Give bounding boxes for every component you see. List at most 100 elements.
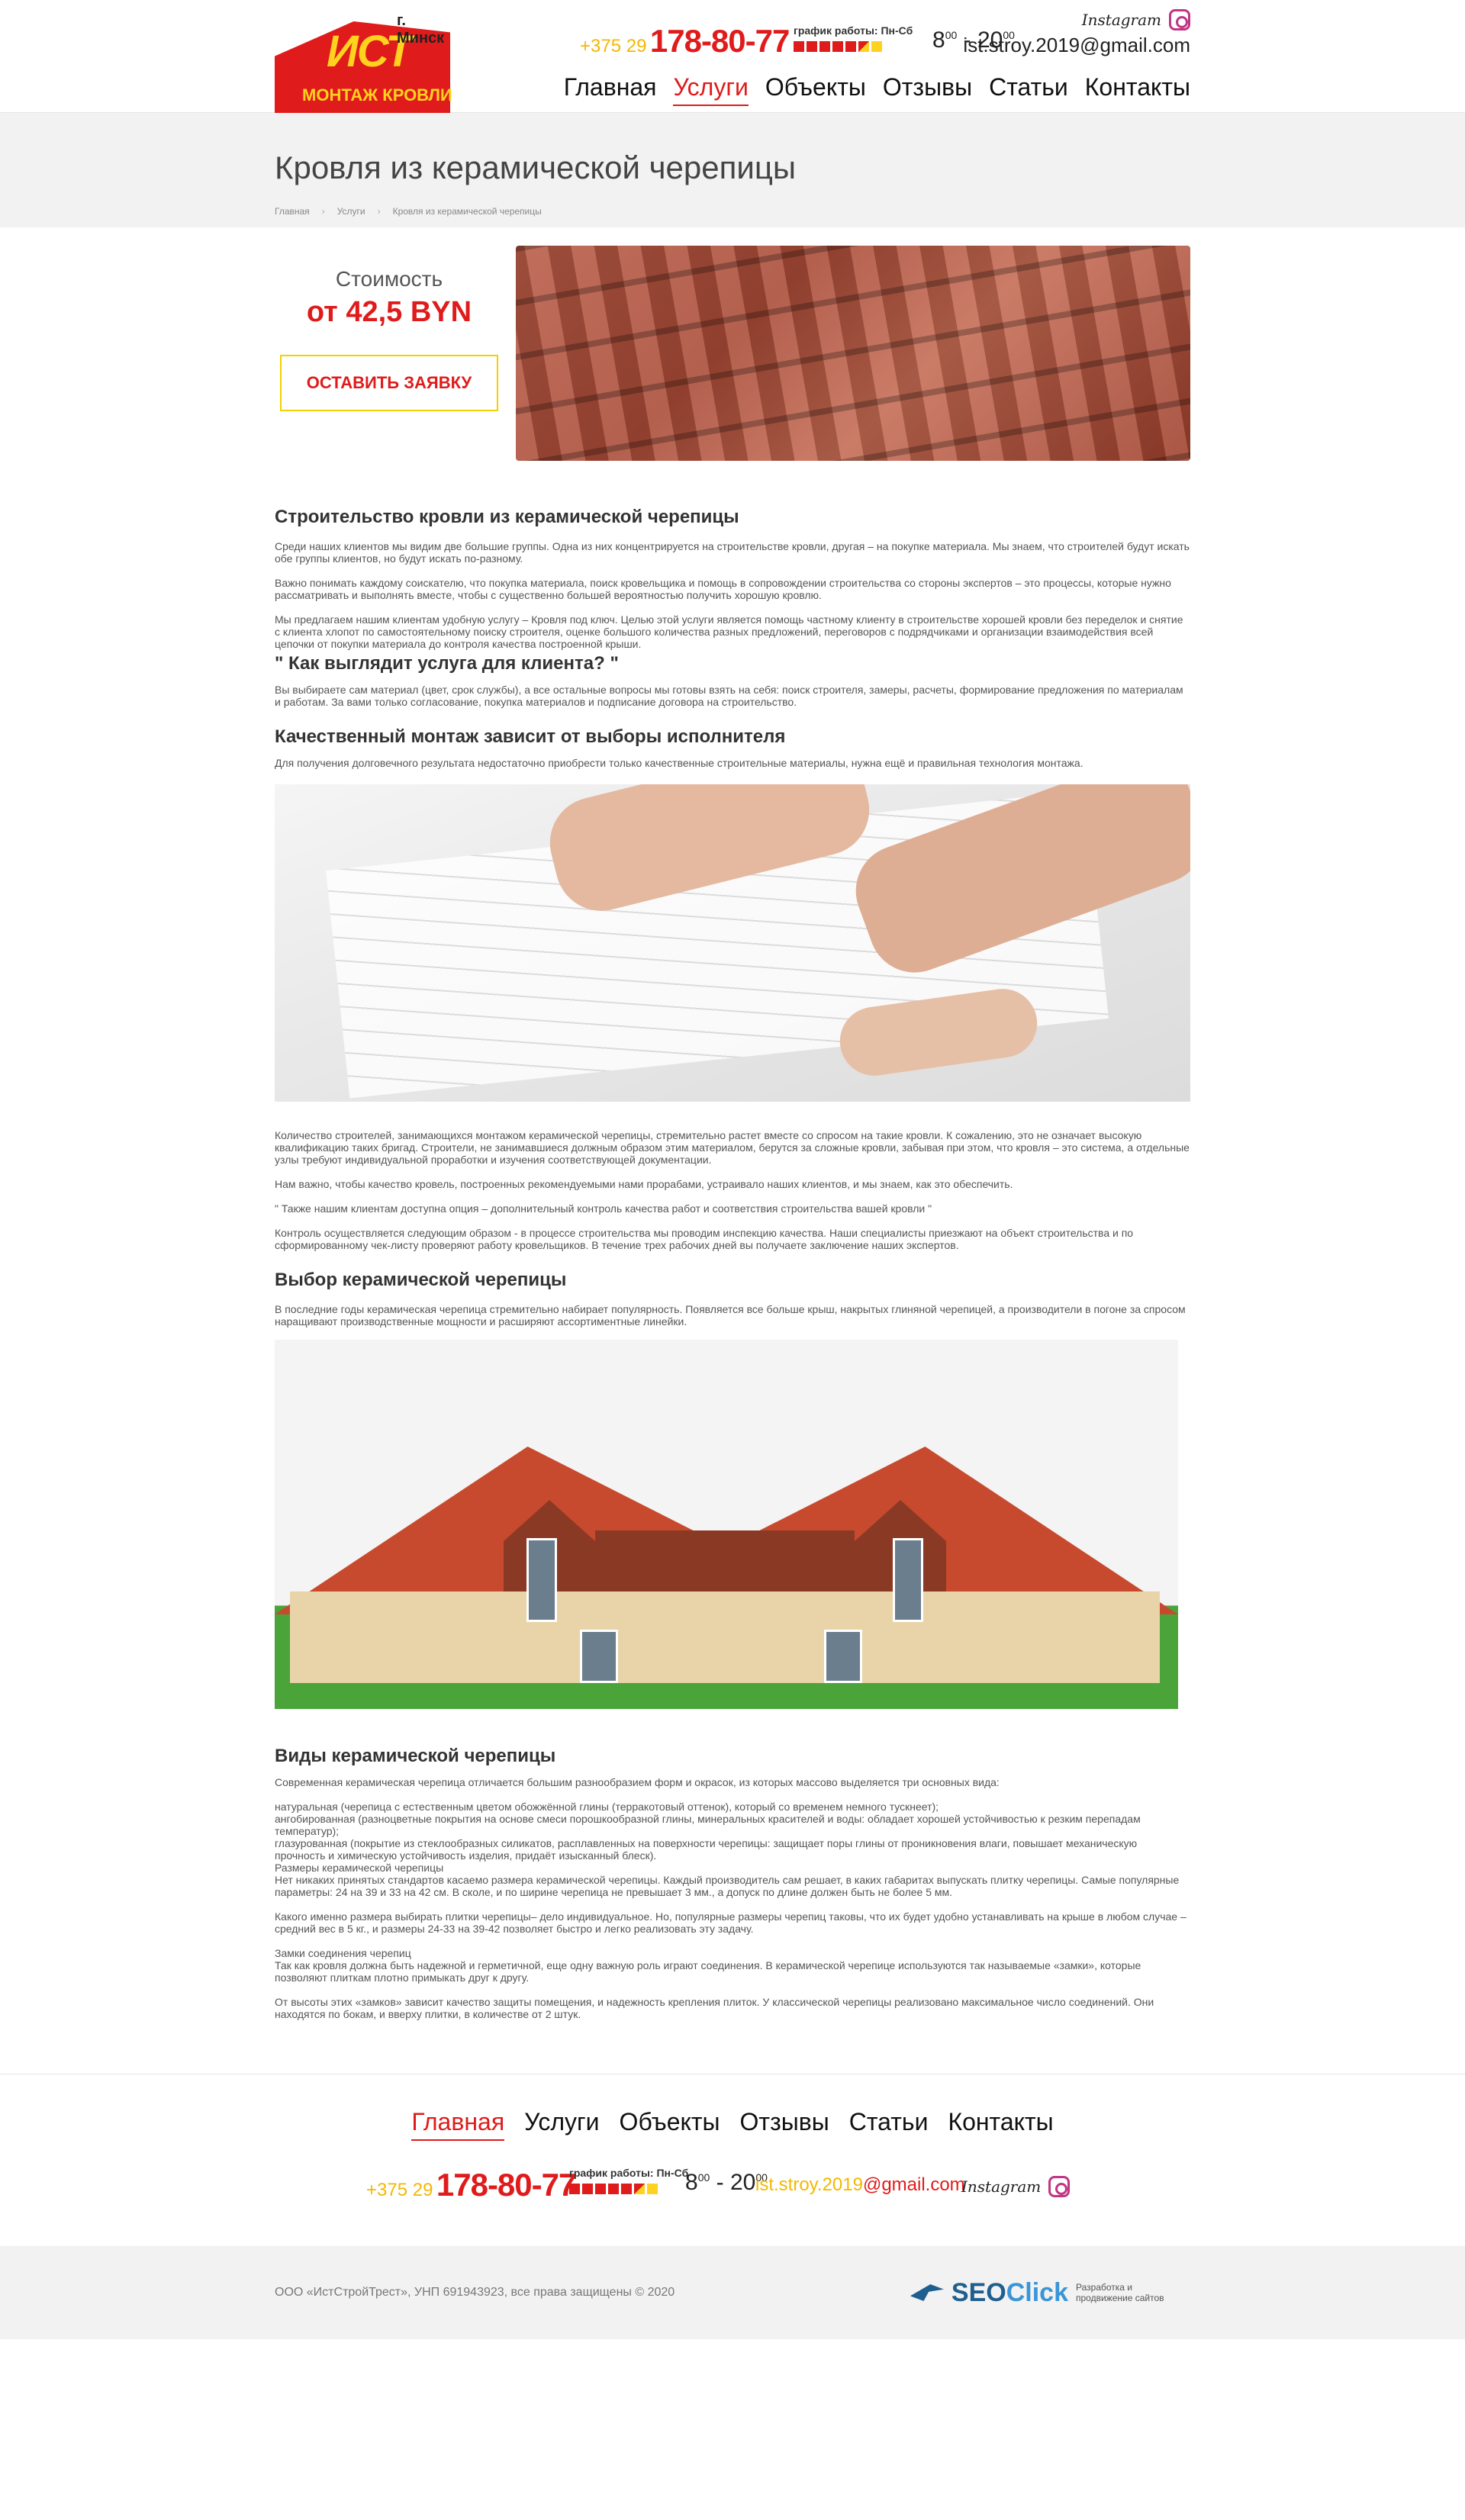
header-contacts: +375 29 178-80-77 график работы: Пн-Сб 8… — [580, 6, 1190, 67]
footer-nav-services[interactable]: Услуги — [524, 2108, 599, 2141]
article-content: Строительство кровли из керамической чер… — [275, 507, 1190, 2020]
heading-choice: Выбор керамической черепицы — [275, 1270, 567, 1290]
breadcrumb-home[interactable]: Главная — [275, 206, 310, 217]
brick-wall — [290, 1591, 1160, 1683]
footer-phone[interactable]: +375 29 178-80-77 — [366, 2167, 576, 2203]
paragraph: Вы выбираете сам материал (цвет, срок сл… — [275, 684, 1183, 708]
paragraph: Нам важно, чтобы качество кровель, постр… — [275, 1178, 1013, 1190]
site-logo[interactable]: ИСТ г. Минск МОНТАЖ КРОВЛИ — [275, 6, 455, 113]
day-wed — [595, 2184, 606, 2194]
logo-city: г. Минск — [397, 12, 445, 47]
footer-nav-objects[interactable]: Объекты — [620, 2108, 720, 2141]
house-window — [526, 1538, 557, 1622]
footer-nav: Главная Услуги Объекты Отзывы Статьи Кон… — [0, 2074, 1465, 2141]
order-button[interactable]: ОСТАВИТЬ ЗАЯВКУ — [280, 355, 498, 411]
day-thu — [832, 41, 843, 52]
schedule-label: график работы: Пн-Сб — [569, 2167, 689, 2179]
paragraph: В последние годы керамическая черепица с… — [275, 1303, 1186, 1328]
header-email[interactable]: ist.stroy.2019@gmail.com — [963, 34, 1190, 57]
work-schedule: график работы: Пн-Сб — [794, 24, 913, 52]
house-window — [580, 1630, 618, 1683]
house-window — [893, 1538, 923, 1622]
nav-contacts[interactable]: Контакты — [1085, 73, 1190, 106]
paragraph: " Также нашим клиентам доступна опция – … — [275, 1202, 932, 1215]
instagram-icon — [1048, 2176, 1071, 2197]
list-item: Размеры керамической черепицы — [275, 1862, 444, 1874]
developer-link[interactable]: SEOClick Разработка и продвижение сайтов — [910, 2278, 1190, 2308]
day-sat — [634, 2184, 645, 2194]
instagram-icon — [1169, 9, 1190, 31]
list-item: ангобированная (разноцветные покрытия на… — [275, 1813, 1141, 1837]
phone-number: 178-80-77 — [649, 23, 790, 59]
day-mon — [569, 2184, 580, 2194]
phone-number: 178-80-77 — [436, 2167, 576, 2203]
list-item: Замки соединения черепиц — [275, 1947, 411, 1959]
paragraph: Для получения долговечного результата не… — [275, 757, 1083, 769]
schedule-label: график работы: Пн-Сб — [794, 24, 913, 37]
heading-types: Виды керамической черепицы — [275, 1746, 556, 1766]
footer-nav-articles[interactable]: Статьи — [849, 2108, 929, 2141]
heading-service: " Как выглядит услуга для клиента? " — [275, 653, 619, 674]
breadcrumb: Главная › Услуги › Кровля из керамическо… — [275, 206, 1190, 217]
day-sun — [647, 2184, 658, 2194]
footer-email[interactable]: ist.stroy.2019@gmail.com — [755, 2174, 965, 2196]
service-hero: Стоимость от 42,5 BYN ОСТАВИТЬ ЗАЯВКУ — [275, 246, 1190, 497]
breadcrumb-current: Кровля из керамической черепицы — [392, 206, 542, 217]
nav-reviews[interactable]: Отзывы — [883, 73, 972, 106]
day-fri — [621, 2184, 632, 2194]
house-tile-roof-image — [275, 1340, 1178, 1709]
breadcrumb-separator: › — [321, 206, 325, 217]
paragraph: Важно понимать каждому соискателю, что п… — [275, 577, 1171, 601]
instagram-link[interactable]: Instagram — [1082, 9, 1190, 31]
title-band: Кровля из керамической черепицы Главная … — [0, 113, 1465, 227]
day-fri — [845, 41, 856, 52]
list-item: глазурованная (покрытие из стеклообразны… — [275, 1837, 1138, 1862]
paragraph: Современная керамическая черепица отлича… — [275, 1776, 1000, 1788]
page-title: Кровля из керамической черепицы — [275, 150, 797, 185]
phone-code: +375 29 — [366, 2180, 433, 2200]
list-item: Нет никаких принятых стандартов касаемо … — [275, 1874, 1180, 1898]
instagram-label: Instagram — [1081, 11, 1161, 29]
main-nav: Главная Услуги Объекты Отзывы Статьи Кон… — [564, 73, 1190, 106]
day-sun — [871, 41, 882, 52]
day-mon — [794, 41, 804, 52]
bottom-bar: ООО «ИстСтройТрест», УНП 691943923, все … — [0, 2246, 1465, 2339]
paragraph: Мы предлагаем нашим клиентам удобную усл… — [275, 613, 1183, 650]
nav-services[interactable]: Услуги — [673, 73, 749, 106]
day-tue — [582, 2184, 593, 2194]
nav-articles[interactable]: Статьи — [989, 73, 1068, 106]
breadcrumb-services[interactable]: Услуги — [337, 206, 365, 217]
blueprint-hands-image — [275, 784, 1190, 1102]
list-item: натуральная (черепица с естественным цве… — [275, 1801, 939, 1813]
footer-nav-home[interactable]: Главная — [411, 2108, 505, 2141]
nav-home[interactable]: Главная — [564, 73, 657, 106]
list-item: Так как кровля должна быть надежной и ге… — [275, 1959, 1141, 1984]
ceramic-tiles-image — [516, 246, 1190, 461]
footer-nav-contacts[interactable]: Контакты — [948, 2108, 1053, 2141]
schedule-days — [569, 2184, 688, 2194]
paragraph: Среди наших клиентов мы видим две больши… — [275, 540, 1190, 565]
day-sat — [858, 41, 869, 52]
logo-subtitle: МОНТАЖ КРОВЛИ — [302, 85, 452, 105]
seoclick-bird-icon — [910, 2284, 944, 2301]
phone-code: +375 29 — [580, 36, 647, 56]
paragraph: Количество строителей, занимающихся монт… — [275, 1129, 1190, 1166]
paragraph: Контроль осуществляется следующим образо… — [275, 1227, 1134, 1251]
header-phone[interactable]: +375 29 178-80-77 — [580, 23, 790, 60]
footer-nav-reviews[interactable]: Отзывы — [740, 2108, 829, 2141]
paragraph: Какого именно размера выбирать плитки че… — [275, 1910, 1186, 1935]
nav-objects[interactable]: Объекты — [765, 73, 866, 106]
site-header: ИСТ г. Минск МОНТАЖ КРОВЛИ +375 29 178-8… — [0, 0, 1465, 113]
footer-contacts: +375 29 178-80-77 график работы: Пн-Сб 8… — [351, 2167, 1114, 2213]
price-value: от 42,5 BYN — [306, 296, 472, 328]
day-wed — [819, 41, 830, 52]
price-box: Стоимость от 42,5 BYN ОСТАВИТЬ ЗАЯВКУ — [275, 246, 504, 411]
breadcrumb-separator: › — [377, 206, 381, 217]
locks-block: Замки соединения черепиц Так как кровля … — [275, 1947, 1190, 1984]
footer-instagram-link[interactable]: Instagram — [961, 2176, 1071, 2197]
footer-schedule: график работы: Пн-Сб — [569, 2167, 688, 2194]
day-tue — [807, 41, 817, 52]
seoclick-logo: SEOClick — [951, 2277, 1068, 2307]
